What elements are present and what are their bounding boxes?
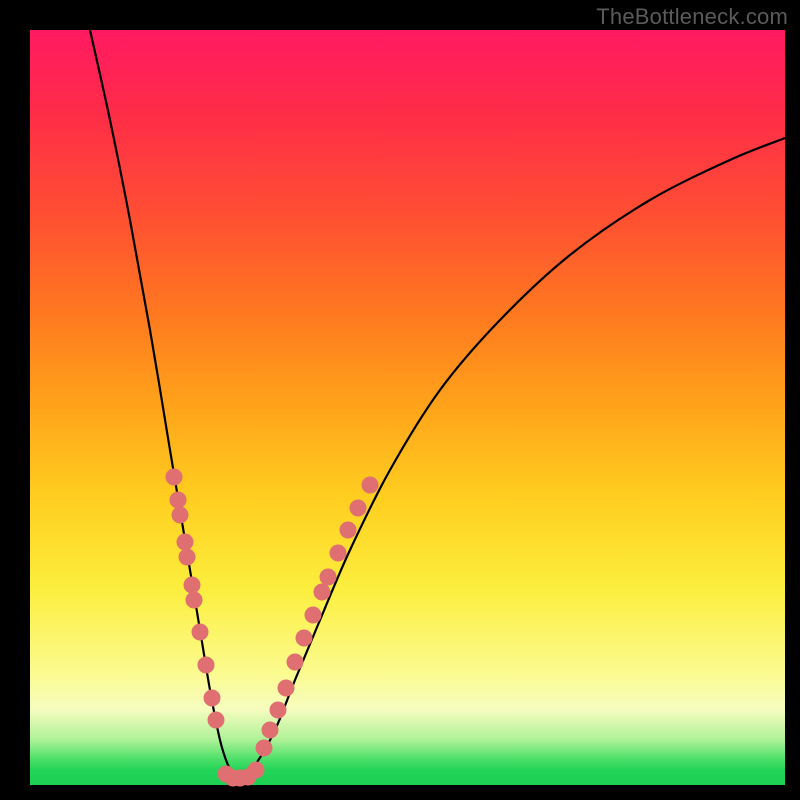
data-dot xyxy=(270,702,287,719)
data-dot xyxy=(166,469,183,486)
data-dot xyxy=(278,680,295,697)
data-dot xyxy=(198,657,215,674)
data-dot xyxy=(305,607,322,624)
data-dot xyxy=(330,545,347,562)
data-dot xyxy=(184,577,201,594)
data-dot xyxy=(186,592,203,609)
data-dot xyxy=(350,500,367,517)
plot-area xyxy=(30,30,785,785)
data-dot xyxy=(208,712,225,729)
data-dot xyxy=(179,549,196,566)
v-curve-path xyxy=(90,30,785,776)
data-dot xyxy=(287,654,304,671)
data-dot xyxy=(177,534,194,551)
data-dot xyxy=(314,584,331,601)
watermark-text: TheBottleneck.com xyxy=(596,4,788,30)
chart-svg xyxy=(30,30,785,785)
data-dot xyxy=(256,740,273,757)
data-dot xyxy=(262,722,279,739)
data-dot xyxy=(172,507,189,524)
data-dot xyxy=(362,477,379,494)
data-dots xyxy=(166,469,379,787)
chart-frame: TheBottleneck.com xyxy=(0,0,800,800)
data-dot xyxy=(248,762,265,779)
data-dot xyxy=(192,624,209,641)
data-dot xyxy=(204,690,221,707)
data-dot xyxy=(340,522,357,539)
data-dot xyxy=(170,492,187,509)
data-dot xyxy=(296,630,313,647)
data-dot xyxy=(320,569,337,586)
